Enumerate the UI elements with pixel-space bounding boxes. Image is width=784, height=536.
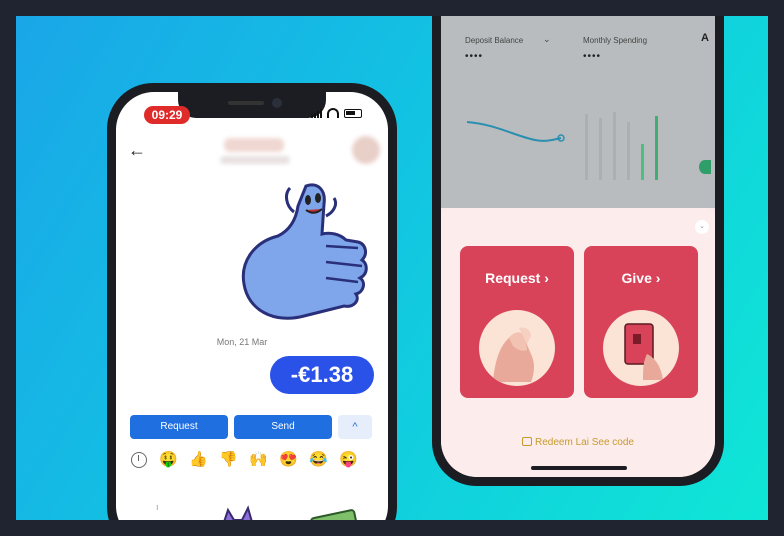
chevron-down-icon[interactable]: ⌄ — [543, 34, 551, 45]
money-stack-sticker[interactable] — [310, 509, 361, 520]
status-icons — [311, 108, 362, 118]
home-indicator — [531, 466, 627, 470]
emoji-tears-of-joy[interactable]: 😂 — [308, 450, 329, 474]
wifi-icon — [327, 108, 339, 118]
lai-see-screen: Deposit Balance •••• ⌄ Monthly Spending … — [441, 16, 715, 477]
emoji-thumbs-down[interactable]: 👎 — [218, 450, 239, 474]
chat-screen: 09:29 ← Mon, 21 Mar -€1.38 Request Send … — [116, 92, 388, 520]
chevron-down-icon[interactable]: ⌄ — [695, 220, 709, 234]
deposit-balance-value: •••• — [465, 51, 484, 62]
back-arrow-icon[interactable]: ← — [128, 140, 146, 161]
purple-cat-sticker[interactable] — [223, 505, 266, 520]
edge-indicator — [699, 160, 711, 174]
thumbs-up-sticker — [241, 183, 368, 320]
ticket-icon — [522, 437, 533, 446]
emoji-heart-eyes[interactable]: 😍 — [278, 450, 299, 474]
emoji-thumbs-up[interactable]: 👍 — [188, 450, 209, 474]
emoji-raised-hands[interactable]: 🙌 — [248, 450, 269, 474]
monthly-spending-label: Monthly Spending — [583, 36, 648, 45]
expand-chevron-icon[interactable]: ^ — [338, 415, 372, 439]
right-phone: Deposit Balance •••• ⌄ Monthly Spending … — [432, 16, 724, 486]
give-card[interactable]: Give › — [584, 246, 698, 398]
request-card[interactable]: Request › — [460, 246, 574, 398]
sticker-tray: ı — [156, 502, 361, 520]
camera — [272, 98, 282, 108]
monthly-spending-value: •••• — [583, 51, 602, 62]
give-card-title: Give › — [621, 270, 661, 286]
message-date: Mon, 21 Mar — [216, 337, 268, 347]
deposit-balance-card: Deposit Balance •••• — [465, 36, 523, 62]
contact-name-blurred — [224, 138, 284, 152]
cursor-mark: ı — [156, 502, 159, 512]
deposit-trend-line — [466, 121, 565, 142]
recent-clock-icon[interactable] — [128, 450, 149, 474]
redeem-lai-see-link[interactable]: Redeem Lai See code — [441, 437, 715, 448]
promo-background: 09:29 ← Mon, 21 Mar -€1.38 Request Send … — [16, 16, 768, 520]
chevron-right-icon: › — [544, 270, 549, 286]
lai-see-sheet: ⌄ Request › Give › Redeem Lai See code — [441, 208, 715, 477]
emoji-winking-tongue[interactable]: 😜 — [338, 450, 359, 474]
spending-bar-chart — [585, 112, 658, 180]
dimmed-dashboard: Deposit Balance •••• ⌄ Monthly Spending … — [441, 16, 715, 208]
chevron-right-icon: › — [655, 270, 661, 286]
contact-subtitle-blurred — [220, 156, 290, 164]
red-envelope-illustration — [603, 310, 679, 386]
signal-icon — [311, 108, 322, 118]
battery-icon — [344, 108, 362, 118]
avatar[interactable] — [352, 136, 380, 164]
emoji-bar: 🤑 👍 👎 🙌 😍 😂 😜 — [128, 450, 359, 474]
speaker — [228, 101, 264, 105]
monthly-spending-card: Monthly Spending •••• — [583, 36, 647, 62]
chat-header: ← — [116, 130, 388, 174]
status-time: 09:29 — [144, 106, 190, 124]
request-card-title: Request › — [485, 270, 549, 286]
notch — [178, 92, 326, 118]
left-phone: 09:29 ← Mon, 21 Mar -€1.38 Request Send … — [107, 83, 397, 520]
edge-card-label: A — [701, 32, 709, 44]
emoji-money-mouth[interactable]: 🤑 — [158, 450, 179, 474]
payment-amount-bubble[interactable]: -€1.38 — [270, 356, 374, 394]
hands-illustration — [479, 310, 555, 386]
deposit-balance-label: Deposit Balance — [465, 36, 524, 45]
request-button[interactable]: Request — [130, 415, 228, 439]
send-button[interactable]: Send — [234, 415, 332, 439]
payment-actions: Request Send ^ — [130, 415, 374, 439]
